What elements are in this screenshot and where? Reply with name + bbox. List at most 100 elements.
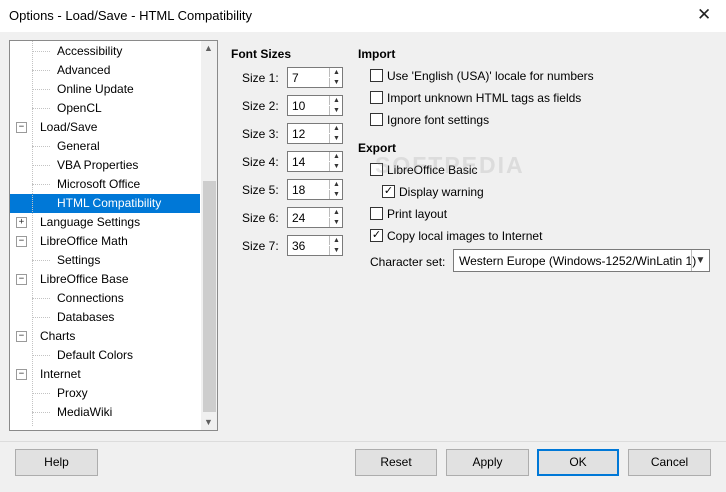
scroll-thumb[interactable] [203,181,216,412]
cancel-button[interactable]: Cancel [628,449,711,476]
size-label: Size 2: [242,99,279,113]
tree-item-label: Databases [57,310,115,324]
tree-connector [32,355,50,356]
size-value[interactable]: 18 [292,183,305,197]
chevron-down-icon[interactable]: ▼ [329,246,343,255]
tree-item-label: Microsoft Office [57,177,141,191]
size-value[interactable]: 24 [292,211,305,225]
import-unknown-tags-label[interactable]: Import unknown HTML tags as fields [387,91,581,105]
check-icon: ✓ [371,229,382,241]
tree-scrollbar[interactable]: ▲ ▼ [201,41,217,430]
collapse-box-icon[interactable]: − [16,369,27,380]
collapse-box-icon[interactable]: − [16,274,27,285]
ignore-font-settings-label[interactable]: Ignore font settings [387,113,489,127]
tree-item[interactable]: Charts [37,327,78,346]
font-sizes-heading: Font Sizes [231,47,292,61]
watermark: SOFTPEDIA [375,152,525,178]
tree-item[interactable]: Connections [57,289,124,308]
size-value[interactable]: 14 [292,155,305,169]
size-spinbox[interactable]: 18 ▲ ▼ [287,179,343,200]
tree-item-label: Online Update [57,82,134,96]
expand-box-icon[interactable]: + [16,217,27,228]
scroll-down-icon[interactable]: ▼ [204,417,213,427]
size-label: Size 5: [242,183,279,197]
chevron-down-icon[interactable]: ▼ [329,106,343,115]
tree-item[interactable]: Databases [57,308,114,327]
tree-item[interactable]: OpenCL [57,99,102,118]
tree-item-label: Connections [57,291,124,305]
close-icon[interactable]: ✕ [697,5,711,25]
tree-item-label: HTML Compatibility [57,196,162,210]
size-spinbox[interactable]: 7 ▲ ▼ [287,67,343,88]
tree-item[interactable]: General [57,137,100,156]
chevron-up-icon[interactable]: ▲ [329,208,343,217]
tree-connector [32,70,50,71]
ignore-font-settings-checkbox[interactable] [370,113,383,126]
copy-images-label[interactable]: Copy local images to Internet [387,229,542,243]
english-locale-label[interactable]: Use 'English (USA)' locale for numbers [387,69,594,83]
chevron-down-icon[interactable]: ▼ [329,218,343,227]
tree-item[interactable]: Internet [37,365,84,384]
chevron-up-icon[interactable]: ▲ [329,96,343,105]
size-spinbox[interactable]: 12 ▲ ▼ [287,123,343,144]
options-tree[interactable]: ▲ ▼ Accessibility Advanced Online Update Op… [9,40,218,431]
tree-guide-line [32,41,33,426]
chevron-up-icon[interactable]: ▲ [329,236,343,245]
tree-item[interactable]: Load/Save [37,118,100,137]
english-locale-checkbox[interactable] [370,69,383,82]
scroll-up-icon[interactable]: ▲ [204,43,213,53]
apply-button[interactable]: Apply [446,449,529,476]
collapse-box-icon[interactable]: − [16,122,27,133]
chevron-up-icon[interactable]: ▲ [329,180,343,189]
print-layout-label[interactable]: Print layout [387,207,447,221]
chevron-down-icon[interactable]: ▼ [329,190,343,199]
display-warning-label[interactable]: Display warning [399,185,484,199]
tree-connector [32,412,50,413]
chevron-down-icon[interactable]: ▼ [329,134,343,143]
tree-item[interactable]: HTML Compatibility [10,194,200,213]
tree-item[interactable]: LibreOffice Base [37,270,132,289]
size-spinbox[interactable]: 14 ▲ ▼ [287,151,343,172]
size-value[interactable]: 36 [292,239,305,253]
tree-item[interactable]: Settings [57,251,100,270]
tree-item[interactable]: Default Colors [57,346,133,365]
copy-images-checkbox[interactable]: ✓ [370,229,383,242]
ok-button[interactable]: OK [537,449,619,476]
collapse-box-icon[interactable]: − [16,236,27,247]
tree-item-label: MediaWiki [57,405,113,419]
tree-connector [32,260,50,261]
size-value[interactable]: 12 [292,127,305,141]
tree-item[interactable]: LibreOffice Math [37,232,131,251]
tree-item[interactable]: Proxy [57,384,88,403]
chevron-up-icon[interactable]: ▲ [329,124,343,133]
size-label: Size 1: [242,71,279,85]
help-button[interactable]: Help [15,449,98,476]
reset-button[interactable]: Reset [355,449,437,476]
tree-item[interactable]: Advanced [57,61,110,80]
display-warning-checkbox[interactable]: ✓ [382,185,395,198]
chevron-up-icon[interactable]: ▲ [329,152,343,161]
size-spinbox[interactable]: 10 ▲ ▼ [287,95,343,116]
tree-item[interactable]: VBA Properties [57,156,138,175]
import-unknown-tags-checkbox[interactable] [370,91,383,104]
chevron-up-icon[interactable]: ▲ [329,68,343,77]
print-layout-checkbox[interactable] [370,207,383,220]
chevron-down-icon[interactable]: ▼ [329,162,343,171]
chevron-down-icon[interactable]: ▼ [329,78,343,87]
chevron-down-icon[interactable]: ▼ [691,250,709,271]
size-spinbox[interactable]: 24 ▲ ▼ [287,207,343,228]
collapse-box-icon[interactable]: − [16,331,27,342]
tree-item-label: Advanced [57,63,111,77]
title-bar: Options - Load/Save - HTML Compatibility… [0,0,726,32]
size-value[interactable]: 7 [292,71,299,85]
tree-item[interactable]: Microsoft Office [57,175,140,194]
tree-item[interactable]: Language Settings [37,213,143,232]
tree-item[interactable]: MediaWiki [57,403,112,422]
charset-select[interactable]: Western Europe (Windows-1252/WinLatin 1)… [453,249,710,272]
tree-connector [32,146,50,147]
size-spinbox[interactable]: 36 ▲ ▼ [287,235,343,256]
tree-item[interactable]: Accessibility [57,42,122,61]
tree-connector [32,51,50,52]
tree-item[interactable]: Online Update [57,80,134,99]
size-value[interactable]: 10 [292,99,305,113]
